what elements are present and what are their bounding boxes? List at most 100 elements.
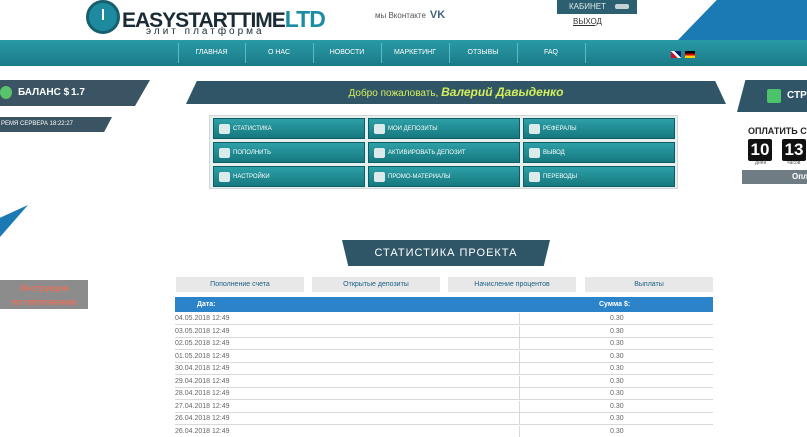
row-date: 30.04.2018 12:49 bbox=[175, 365, 230, 372]
nav-item-reviews[interactable]: ОТЗЫВЫ bbox=[449, 40, 517, 66]
nav-item-marketing[interactable]: МАРКЕТИНГ bbox=[381, 40, 449, 66]
balance-label: БАЛАНС $ bbox=[18, 87, 70, 98]
stats-icon bbox=[219, 124, 230, 134]
top-up-icon bbox=[219, 148, 230, 158]
balance-bar: БАЛАНС $ 1.7 bbox=[0, 80, 150, 106]
promo-icon bbox=[374, 172, 385, 182]
nav-item-news[interactable]: НОВОСТИ bbox=[313, 40, 381, 66]
vk-label: мы Вконтакте bbox=[375, 11, 426, 20]
table-header: Дата: Сумма $: bbox=[175, 297, 713, 312]
row-amount: 0.30 bbox=[610, 315, 624, 322]
row-date: 02.05.2018 12:49 bbox=[175, 340, 230, 347]
user-name: Валерий Давыденко bbox=[441, 85, 564, 99]
days-label: дней bbox=[755, 160, 767, 166]
row-date: 03.05.2018 12:49 bbox=[175, 327, 230, 335]
stats-title: СТАТИСТИКА ПРОЕКТА bbox=[342, 240, 550, 266]
row-amount: 0.30 bbox=[610, 427, 624, 435]
logo-suffix: LTD bbox=[284, 6, 326, 32]
row-amount: 0.30 bbox=[610, 377, 624, 385]
tab-payouts[interactable]: Выплаты bbox=[585, 277, 713, 292]
table-row: 30.04.2018 12:49 0.30 bbox=[175, 363, 713, 375]
action-grid: СТАТИСТИКА МОИ ДЕПОЗИТЫ РЕФЕРАЛЫ ПОПОЛНИ… bbox=[209, 115, 678, 189]
row-date: 04.05.2018 12:49 bbox=[175, 315, 230, 322]
col-date: Дата: bbox=[197, 301, 216, 308]
vk-icon: VK bbox=[429, 9, 446, 21]
promo-materials-label: ПРОМО-МАТЕРИАЛЫ bbox=[388, 174, 451, 180]
nav-divider bbox=[585, 43, 586, 63]
row-divider bbox=[519, 325, 520, 338]
top-up-label: ПОПОЛНИТЬ bbox=[233, 150, 272, 156]
activate-icon bbox=[374, 148, 385, 158]
deposits-icon bbox=[374, 124, 385, 134]
settings-button[interactable]: НАСТРОЙКИ bbox=[213, 166, 365, 187]
nav-item-about[interactable]: О НАС bbox=[245, 40, 313, 66]
table-row: 03.05.2018 12:49 0.30 bbox=[175, 325, 713, 338]
de-flag-icon[interactable] bbox=[685, 51, 695, 58]
col-amount: Сумма $: bbox=[599, 301, 631, 308]
main-nav: ГЛАВНАЯ О НАС НОВОСТИ МАРКЕТИНГ ОТЗЫВЫ F… bbox=[0, 40, 807, 66]
balance-value: 1.7 bbox=[71, 87, 85, 98]
settings-icon bbox=[219, 172, 230, 182]
tab-top-up[interactable]: Пополнение счета bbox=[176, 277, 304, 292]
row-amount: 0.30 bbox=[610, 402, 624, 410]
hours-label: часов bbox=[787, 160, 801, 166]
my-deposits-label: МОИ ДЕПОЗИТЫ bbox=[388, 126, 438, 132]
row-divider bbox=[519, 363, 520, 375]
row-amount: 0.30 bbox=[610, 352, 624, 360]
stats-button-label: СТАТИСТИКА bbox=[233, 126, 272, 132]
withdraw-label: ВЫВОД bbox=[543, 150, 565, 156]
transfers-label: ПЕРЕВОДЫ bbox=[543, 174, 578, 180]
wallet-icon bbox=[767, 89, 781, 103]
row-amount: 0.30 bbox=[610, 365, 624, 372]
withdraw-button[interactable]: ВЫВОД bbox=[523, 142, 675, 163]
promo-materials-button[interactable]: ПРОМО-МАТЕРИАЛЫ bbox=[368, 166, 520, 187]
instruction-line1: Инструкция bbox=[19, 283, 69, 293]
welcome-banner: Добро пожаловать, Валерий Давыденко bbox=[186, 81, 726, 104]
uk-flag-icon[interactable] bbox=[671, 51, 681, 58]
activate-deposit-button[interactable]: АКТИВИРОВАТЬ ДЕПОЗИТ bbox=[368, 142, 520, 163]
table-row: 26.04.2018 12:49 0.30 bbox=[175, 413, 713, 425]
table-row: 04.05.2018 12:49 0.30 bbox=[175, 313, 713, 325]
top-up-button[interactable]: ПОПОЛНИТЬ bbox=[213, 142, 365, 163]
row-amount: 0.30 bbox=[610, 340, 624, 347]
cabinet-label: КАБИНЕТ bbox=[569, 2, 606, 11]
referrals-icon bbox=[529, 124, 540, 134]
row-date: 29.04.2018 12:49 bbox=[175, 377, 230, 385]
tab-open-deposits[interactable]: Открытые депозиты bbox=[312, 277, 440, 292]
tab-interest[interactable]: Начисление процентов bbox=[448, 277, 576, 292]
nav-item-faq[interactable]: FAQ bbox=[517, 40, 585, 66]
instruction-button[interactable]: Инструкция по пополнению bbox=[0, 280, 88, 309]
key-icon bbox=[615, 4, 629, 9]
table-row: 26.04.2018 12:49 0.30 bbox=[175, 425, 713, 437]
table-row: 02.05.2018 12:49 0.30 bbox=[175, 338, 713, 350]
right-strip: СТР bbox=[737, 80, 807, 112]
row-date: 26.04.2018 12:49 bbox=[175, 427, 230, 435]
exit-link[interactable]: ВЫХОД bbox=[573, 17, 602, 26]
vk-link[interactable]: мы Вконтакте VK bbox=[375, 9, 445, 21]
cabinet-button[interactable]: КАБИНЕТ bbox=[557, 0, 637, 14]
row-divider bbox=[519, 313, 520, 325]
row-divider bbox=[519, 375, 520, 388]
table-row: 28.04.2018 12:49 0.30 bbox=[175, 388, 713, 400]
referrals-button[interactable]: РЕФЕРАЛЫ bbox=[523, 118, 675, 139]
welcome-greeting: Добро пожаловать, bbox=[348, 88, 439, 99]
row-date: 28.04.2018 12:49 bbox=[175, 390, 230, 397]
nav-item-home[interactable]: ГЛАВНАЯ bbox=[178, 40, 245, 66]
stats-button[interactable]: СТАТИСТИКА bbox=[213, 118, 365, 139]
logo[interactable]: EASYSTARTTIMELTD элит платформа bbox=[86, 0, 326, 40]
row-divider bbox=[519, 413, 520, 425]
hours-counter: 13 bbox=[782, 139, 806, 161]
clock-icon bbox=[86, 0, 120, 34]
row-divider bbox=[519, 338, 520, 350]
row-date: 26.04.2018 12:49 bbox=[175, 415, 230, 422]
transfers-icon bbox=[529, 172, 540, 182]
balance-icon bbox=[0, 86, 12, 99]
table-row: 27.04.2018 12:49 0.30 bbox=[175, 400, 713, 413]
transfers-button[interactable]: ПЕРЕВОДЫ bbox=[523, 166, 675, 187]
referrals-label: РЕФЕРАЛЫ bbox=[543, 126, 577, 132]
settings-label: НАСТРОЙКИ bbox=[233, 174, 270, 180]
pay-button[interactable]: Опл bbox=[742, 170, 807, 184]
my-deposits-button[interactable]: МОИ ДЕПОЗИТЫ bbox=[368, 118, 520, 139]
instruction-line2: по пополнению bbox=[12, 297, 76, 307]
row-amount: 0.30 bbox=[610, 390, 624, 397]
